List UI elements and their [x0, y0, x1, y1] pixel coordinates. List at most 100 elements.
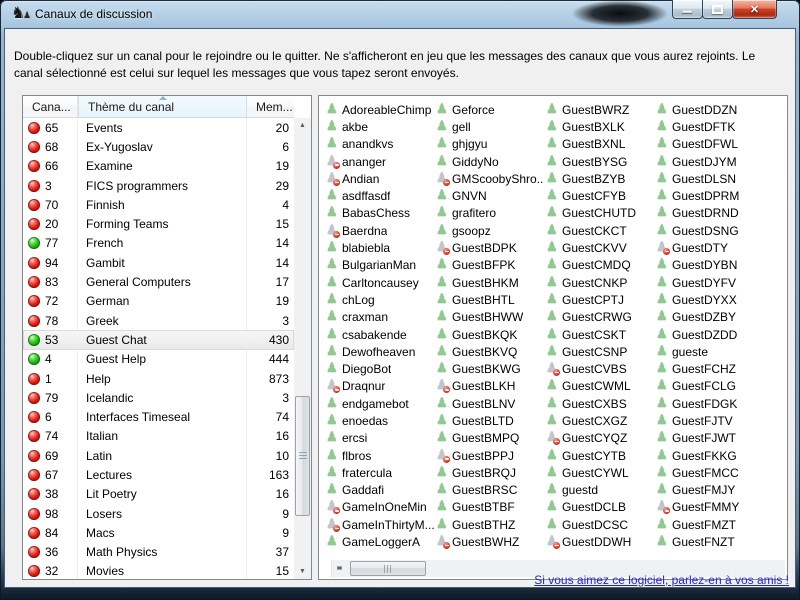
user-item[interactable]: ♟GuestBYSG [546, 153, 656, 170]
user-item[interactable]: ♟GuestCFYB [546, 187, 656, 204]
user-item[interactable]: ♟craxman [326, 309, 436, 326]
user-item[interactable]: ♟GuestDDWH [546, 533, 656, 550]
user-item[interactable]: ♟GuestFCHZ [656, 360, 766, 377]
column-header-theme[interactable]: Thème du canal [78, 96, 247, 117]
user-item[interactable]: ♟GuestDFWL [656, 136, 766, 153]
channel-row[interactable]: 3FICS programmers29 [23, 176, 294, 195]
user-item[interactable]: ♟BulgarianMan [326, 257, 436, 274]
user-item[interactable]: ♟GuestBRQJ [436, 464, 546, 481]
channel-row[interactable]: 83General Computers17 [23, 272, 294, 291]
user-item[interactable]: ♟GuestFMZT [656, 516, 766, 533]
user-item[interactable]: ♟GuestBTHZ [436, 516, 546, 533]
user-item[interactable]: ♟GuestBKWG [436, 360, 546, 377]
user-item[interactable]: ♟GuestCXGZ [546, 412, 656, 429]
user-item[interactable]: ♟GuestBXNL [546, 136, 656, 153]
user-item[interactable]: ♟BabasChess [326, 205, 436, 222]
user-item[interactable]: ♟GuestBTBF [436, 499, 546, 516]
user-item[interactable]: ♟Baerdna [326, 222, 436, 239]
user-item[interactable]: ♟GuestDRND [656, 205, 766, 222]
channel-row[interactable]: 32Movies15 [23, 562, 294, 579]
horizontal-scroll-thumb[interactable] [350, 561, 426, 576]
channel-row[interactable]: 78Greek3 [23, 311, 294, 330]
channel-row[interactable]: 70Finnish4 [23, 195, 294, 214]
column-header-members[interactable]: Mem... [247, 96, 294, 117]
user-item[interactable]: ♟ghjgyu [436, 136, 546, 153]
channel-row[interactable]: 65Events20 [23, 118, 294, 137]
user-item[interactable]: ♟GuestFCLG [656, 378, 766, 395]
channel-row[interactable]: 69Latin10 [23, 446, 294, 465]
user-item[interactable]: ♟GuestFJTV [656, 412, 766, 429]
user-item[interactable]: ♟GuestDYBN [656, 257, 766, 274]
user-item[interactable]: ♟GuestDPRM [656, 187, 766, 204]
user-item[interactable]: ♟Draqnur [326, 378, 436, 395]
user-item[interactable]: ♟GuestBWRZ [546, 101, 656, 118]
user-item[interactable]: ♟ananger [326, 153, 436, 170]
user-item[interactable]: ♟enoedas [326, 412, 436, 429]
vertical-scroll-thumb[interactable] [295, 396, 310, 516]
user-item[interactable]: ♟blabiebla [326, 239, 436, 256]
channel-row[interactable]: 98Losers9 [23, 504, 294, 523]
user-item[interactable]: ♟asdffasdf [326, 187, 436, 204]
user-item[interactable]: ♟GuestCYQZ [546, 430, 656, 447]
user-item[interactable]: ♟GameInOneMin [326, 499, 436, 516]
user-item[interactable]: ♟flbros [326, 447, 436, 464]
user-item[interactable]: ♟AdoreableChimp [326, 101, 436, 118]
user-item[interactable]: ♟chLog [326, 291, 436, 308]
user-item[interactable]: ♟GuestFMMY [656, 499, 766, 516]
user-item[interactable]: ♟GuestBHWW [436, 309, 546, 326]
user-item[interactable]: ♟gell [436, 118, 546, 135]
channel-row[interactable]: 6Interfaces Timeseal74 [23, 407, 294, 426]
channel-row[interactable]: 79Icelandic3 [23, 388, 294, 407]
user-item[interactable]: ♟GuestDSNG [656, 222, 766, 239]
user-item[interactable]: ♟GuestCPTJ [546, 291, 656, 308]
user-item[interactable]: ♟GuestBLTD [436, 412, 546, 429]
channel-row[interactable]: 4Guest Help444 [23, 350, 294, 369]
channel-row[interactable]: 67Lectures163 [23, 465, 294, 484]
user-item[interactable]: ♟Carltoncausey [326, 274, 436, 291]
share-software-link[interactable]: Si vous aimez ce logiciel, parlez-en à v… [534, 573, 789, 587]
user-item[interactable]: ♟GuestCKVV [546, 239, 656, 256]
close-button[interactable]: ✕ [732, 0, 777, 19]
channel-row[interactable]: 36Math Physics37 [23, 543, 294, 562]
channel-row[interactable]: 72German19 [23, 292, 294, 311]
user-item[interactable]: ♟GuestCVBS [546, 360, 656, 377]
minimize-button[interactable] [672, 0, 703, 19]
user-item[interactable]: ♟anandkvs [326, 136, 436, 153]
user-item[interactable]: ♟GuestCRWG [546, 309, 656, 326]
user-item[interactable]: ♟GuestCMDQ [546, 257, 656, 274]
scroll-down-button[interactable]: ▼ [294, 564, 311, 579]
user-item[interactable]: ♟GameLoggerA [326, 533, 436, 550]
user-item[interactable]: ♟gsoopz [436, 222, 546, 239]
user-item[interactable]: ♟GuestBDPK [436, 239, 546, 256]
user-item[interactable]: ♟GuestDTY [656, 239, 766, 256]
user-item[interactable]: ♟GuestBHKM [436, 274, 546, 291]
maximize-button[interactable] [702, 0, 733, 19]
user-item[interactable]: ♟grafitero [436, 205, 546, 222]
user-item[interactable]: ♟GuestBKVQ [436, 343, 546, 360]
user-item[interactable]: ♟endgamebot [326, 395, 436, 412]
channel-row[interactable]: 74Italian16 [23, 427, 294, 446]
user-item[interactable]: ♟GuestDYXX [656, 291, 766, 308]
user-item[interactable]: ♟DiegoBot [326, 360, 436, 377]
user-item[interactable]: ♟GuestDCLB [546, 499, 656, 516]
user-item[interactable]: ♟GuestCNKP [546, 274, 656, 291]
user-item[interactable]: ♟GuestFNZT [656, 533, 766, 550]
user-item[interactable]: ♟GuestDCSC [546, 516, 656, 533]
user-item[interactable]: ♟GuestFJWT [656, 430, 766, 447]
user-item[interactable]: ♟GuestBZYB [546, 170, 656, 187]
user-item[interactable]: ♟GuestBLNV [436, 395, 546, 412]
channel-row[interactable]: 68Ex-Yugoslav6 [23, 137, 294, 156]
user-item[interactable]: ♟GuestDFTK [656, 118, 766, 135]
user-item[interactable]: ♟GuestCYTB [546, 447, 656, 464]
user-item[interactable]: ♟GuestCYWL [546, 464, 656, 481]
user-item[interactable]: ♟GuestBHTL [436, 291, 546, 308]
user-item[interactable]: ♟GuestDYFV [656, 274, 766, 291]
user-item[interactable]: ♟GNVN [436, 187, 546, 204]
user-item[interactable]: ♟GuestDLSN [656, 170, 766, 187]
user-item[interactable]: ♟GuestFMCC [656, 464, 766, 481]
user-item[interactable]: ♟GuestBLKH [436, 378, 546, 395]
user-item[interactable]: ♟GuestBMPQ [436, 430, 546, 447]
user-item[interactable]: ♟GuestDJYM [656, 153, 766, 170]
user-item[interactable]: ♟Geforce [436, 101, 546, 118]
user-item[interactable]: ♟GuestBPPJ [436, 447, 546, 464]
